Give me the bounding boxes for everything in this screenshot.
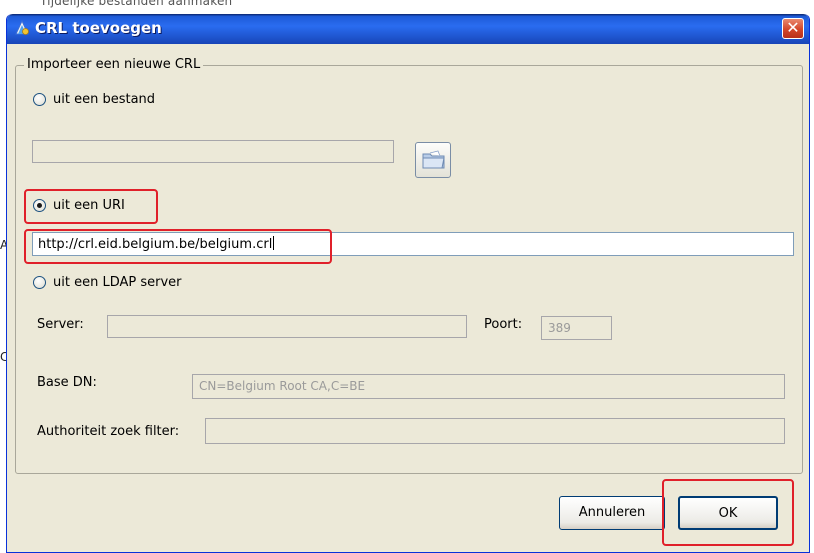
radio-uri[interactable]: [33, 199, 46, 212]
file-path-field[interactable]: [32, 140, 394, 163]
background-text: Tijdelijke bestanden aanmaken: [40, 0, 233, 8]
radio-uri-option[interactable]: uit een URI: [33, 198, 125, 213]
radio-file-option[interactable]: uit een bestand: [33, 92, 155, 107]
port-field[interactable]: 389: [541, 316, 612, 340]
radio-ldap-label: uit een LDAP server: [53, 275, 182, 290]
cancel-button[interactable]: Annuleren: [559, 496, 665, 530]
radio-ldap[interactable]: [33, 276, 46, 289]
server-field[interactable]: [107, 315, 467, 338]
text-caret: [273, 236, 275, 250]
uri-input-text: http://crl.eid.belgium.be/belgium.crl: [38, 237, 273, 252]
radio-file-label: uit een bestand: [53, 92, 156, 107]
radio-uri-label: uit een URI: [53, 198, 125, 213]
title-bar[interactable]: CRL toevoegen ✕: [7, 14, 809, 44]
filter-field[interactable]: [205, 418, 785, 444]
port-label: Poort:: [484, 317, 523, 332]
base-dn-label: Base DN:: [37, 375, 97, 390]
base-dn-field[interactable]: CN=Belgium Root CA,C=BE: [192, 374, 785, 399]
ok-button[interactable]: OK: [678, 496, 778, 530]
open-folder-icon: [422, 150, 445, 169]
radio-ldap-option[interactable]: uit een LDAP server: [33, 275, 182, 290]
certificate-icon: [13, 19, 31, 37]
close-button[interactable]: ✕: [782, 18, 804, 39]
import-groupbox: [15, 65, 803, 474]
filter-label: Authoriteit zoek filter:: [37, 424, 180, 439]
browse-button[interactable]: [415, 142, 451, 178]
radio-file[interactable]: [33, 93, 46, 106]
group-title: Importeer een nieuwe CRL: [24, 57, 204, 72]
uri-input[interactable]: http://crl.eid.belgium.be/belgium.crl: [32, 232, 794, 256]
dialog-title: CRL toevoegen: [35, 19, 162, 37]
crl-dialog: CRL toevoegen ✕ Importeer een nieuwe CRL…: [6, 14, 810, 553]
server-label: Server:: [37, 317, 84, 332]
close-icon: ✕: [786, 18, 800, 37]
